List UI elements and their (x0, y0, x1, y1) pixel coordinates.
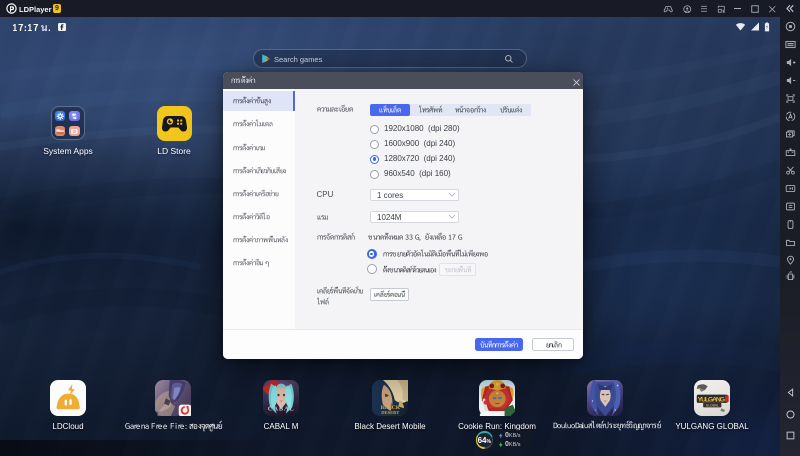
svg-text:DESERT: DESERT (381, 410, 399, 415)
svg-text:YULGANG: YULGANG (697, 396, 724, 403)
svg-text:GLOBAL: GLOBAL (705, 403, 718, 407)
svg-text:CABAL: CABAL (268, 405, 295, 412)
